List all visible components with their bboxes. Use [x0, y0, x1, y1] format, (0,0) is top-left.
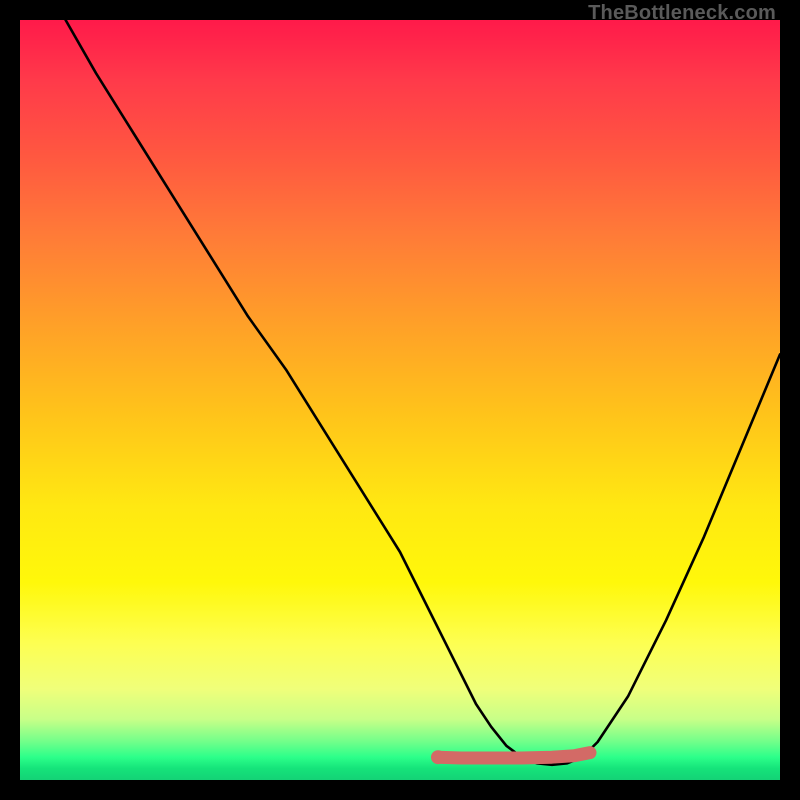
highlight-segment — [438, 753, 590, 758]
bottleneck-curve — [66, 20, 780, 765]
chart-overlay — [20, 20, 780, 780]
highlight-dot — [431, 750, 445, 764]
watermark-text: TheBottleneck.com — [588, 2, 776, 25]
chart-frame: TheBottleneck.com — [0, 0, 800, 800]
